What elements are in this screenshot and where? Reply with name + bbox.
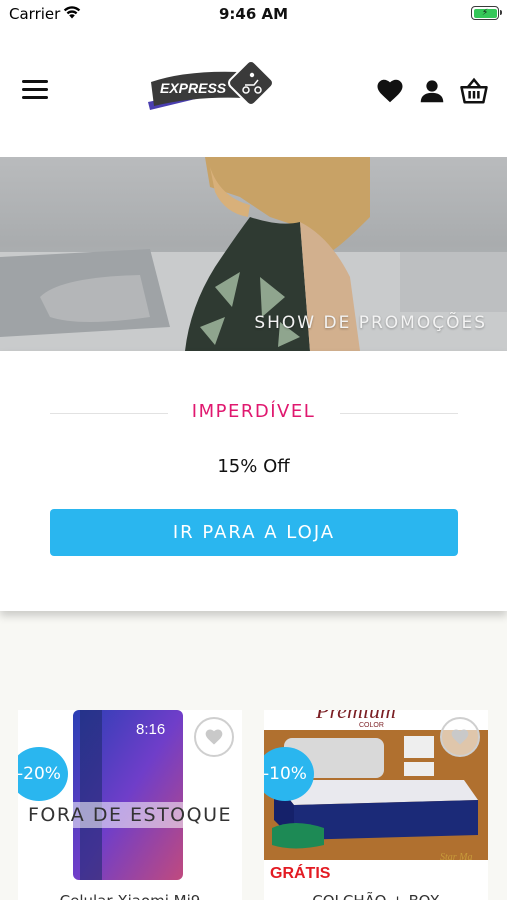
- banner-caption: SHOW DE PROMOÇÕES: [254, 313, 487, 333]
- clock: 9:46 AM: [218, 5, 289, 23]
- user-icon: [420, 80, 444, 103]
- brand-sub: COLOR: [359, 722, 384, 729]
- basket-icon: [460, 77, 488, 104]
- favorite-toggle[interactable]: [194, 717, 234, 757]
- menu-icon: [22, 80, 48, 83]
- divider-right: [340, 413, 458, 414]
- product-name: COLCHÃO + BOX: [264, 892, 488, 900]
- product-list: 8:16 -20% FORA DE ESTOQUE Celular Xiaomi…: [0, 611, 507, 900]
- heart-icon: [377, 79, 403, 103]
- promo-word: GRÁTIS: [270, 863, 331, 880]
- battery-icon: ⚡: [471, 6, 502, 20]
- favorites-button[interactable]: [375, 76, 405, 106]
- promo-discount: 15% Off: [217, 456, 290, 477]
- favorite-toggle[interactable]: [440, 717, 480, 757]
- promo-label: IMPERDÍVEL: [191, 401, 316, 422]
- signature: Star Ma: [440, 852, 473, 863]
- app-header: EXPRESS DELIVERY: [0, 52, 507, 132]
- logo-text-top: EXPRESS: [160, 80, 227, 96]
- heart-icon: [451, 729, 469, 745]
- product-name: Celular Xiaomi Mi9: [18, 892, 242, 900]
- menu-button[interactable]: [22, 80, 48, 102]
- phone-screen-time: 8:16: [136, 721, 165, 738]
- out-of-stock-label: FORA DE ESTOQUE: [18, 802, 242, 828]
- account-button[interactable]: [417, 76, 447, 106]
- heart-icon: [205, 729, 223, 745]
- product-card[interactable]: Premium COLOR GRÁTIS Star Ma -10% COLCHÃ…: [264, 710, 488, 900]
- cart-button[interactable]: [459, 76, 489, 106]
- promo-card: IMPERDÍVEL 15% Off IR PARA A LOJA: [0, 351, 507, 611]
- promo-banner[interactable]: SHOW DE PROMOÇÕES: [0, 157, 507, 351]
- status-bar: Carrier 9:46 AM ⚡: [0, 0, 507, 30]
- product-card[interactable]: 8:16 -20% FORA DE ESTOQUE Celular Xiaomi…: [18, 710, 242, 900]
- express-delivery-logo[interactable]: EXPRESS DELIVERY: [146, 60, 284, 120]
- logo-text-bottom: DELIVERY: [182, 102, 227, 112]
- go-to-store-button[interactable]: IR PARA A LOJA: [50, 509, 458, 556]
